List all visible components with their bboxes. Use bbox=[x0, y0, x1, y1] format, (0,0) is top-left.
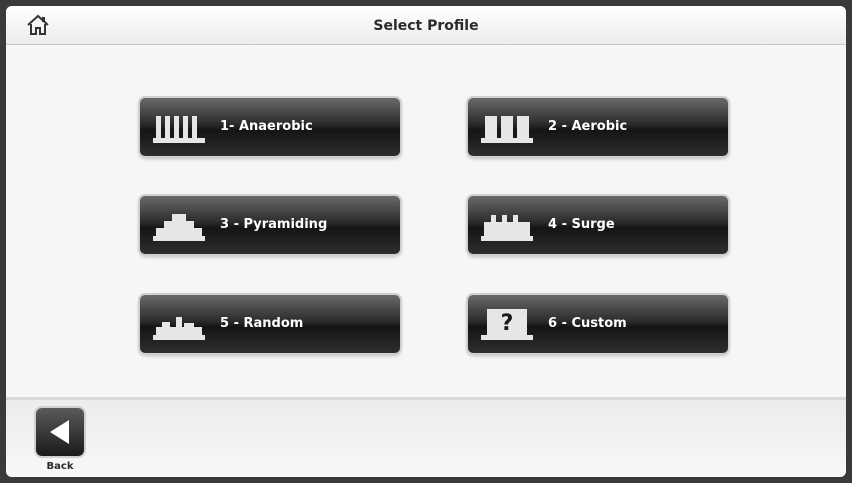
aerobic-profile-icon bbox=[481, 116, 533, 143]
page-title: Select Profile bbox=[373, 18, 479, 34]
profile-label: 4 - Surge bbox=[548, 217, 615, 232]
profile-content: 1- Anaerobic 2 - Aerobic 3 - Pyramiding … bbox=[6, 45, 846, 397]
random-profile-icon bbox=[153, 317, 205, 340]
profile-button-random[interactable]: 5 - Random bbox=[140, 295, 400, 353]
profile-button-pyramiding[interactable]: 3 - Pyramiding bbox=[140, 196, 400, 254]
custom-profile-icon: ? bbox=[481, 309, 533, 340]
back-button[interactable] bbox=[36, 408, 84, 456]
anaerobic-profile-icon bbox=[153, 116, 205, 143]
select-profile-screen: Select Profile 1- Anaerobic 2 - Aerobic … bbox=[6, 6, 846, 477]
profile-label: 6 - Custom bbox=[548, 316, 627, 331]
profile-button-aerobic[interactable]: 2 - Aerobic bbox=[468, 98, 728, 156]
profile-grid: 1- Anaerobic 2 - Aerobic 3 - Pyramiding … bbox=[140, 98, 728, 358]
home-icon bbox=[27, 14, 49, 35]
profile-button-custom[interactable]: ? 6 - Custom bbox=[468, 295, 728, 353]
profile-label: 2 - Aerobic bbox=[548, 119, 628, 134]
profile-button-surge[interactable]: 4 - Surge bbox=[468, 196, 728, 254]
back-label: Back bbox=[46, 461, 74, 472]
profile-label: 1- Anaerobic bbox=[220, 119, 313, 134]
footer-bar: Back bbox=[6, 400, 846, 477]
home-button[interactable] bbox=[24, 12, 52, 38]
header-bar: Select Profile bbox=[6, 6, 846, 45]
surge-profile-icon bbox=[481, 215, 533, 241]
profile-label: 3 - Pyramiding bbox=[220, 217, 328, 232]
svg-text:?: ? bbox=[501, 311, 514, 336]
back-arrow-icon bbox=[50, 420, 69, 444]
profile-label: 5 - Random bbox=[220, 316, 304, 331]
profile-button-anaerobic[interactable]: 1- Anaerobic bbox=[140, 98, 400, 156]
pyramiding-profile-icon bbox=[153, 214, 205, 241]
